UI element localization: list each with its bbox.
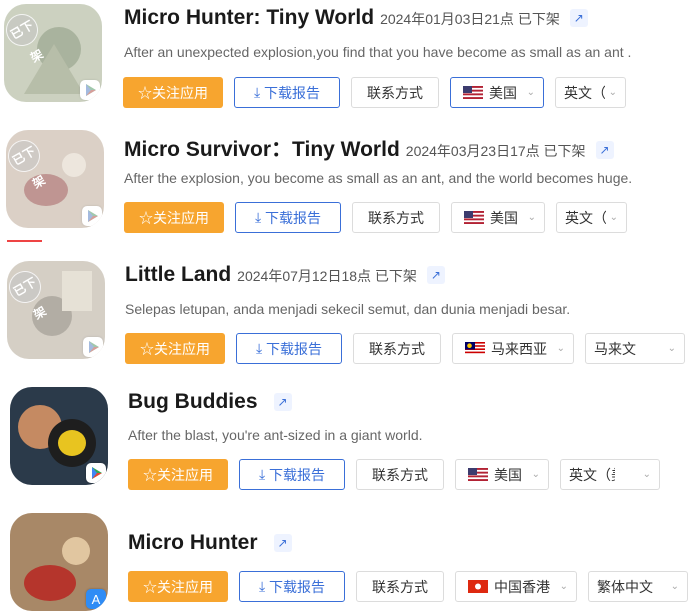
region-select[interactable]: 马来西亚 ⌄ [452,333,574,364]
app-description: After the blast, you're ant-sized in a g… [128,427,423,443]
region-label: 中国香港 [494,578,550,595]
chevron-down-icon: ⌄ [559,581,568,592]
download-report-button[interactable]: ⤓ 下载报告 [239,571,345,602]
language-select[interactable]: 英文（美国） ⌄ [556,202,627,233]
download-label: 下载报告 [264,84,321,101]
region-label: 美国 [490,209,518,226]
download-report-button[interactable]: ⤓ 下载报告 [239,459,345,490]
language-select[interactable]: 英文（美国） ⌄ [560,459,660,490]
language-select[interactable]: 马来文 ⌄ [585,333,685,364]
app-description: After the explosion, you become as small… [124,170,633,186]
external-link-icon[interactable]: ↗ [426,266,445,284]
external-link-icon[interactable]: ↗ [273,534,292,552]
download-report-button[interactable]: ⤓ 下载报告 [236,333,342,364]
download-label: 下载报告 [269,578,326,595]
chevron-down-icon: ⌄ [526,87,535,98]
region-label: 美国 [494,466,522,483]
download-icon: ⤓ [254,209,266,225]
contact-button[interactable]: 联系方式 [352,202,440,233]
app-store-icon: A [86,589,106,609]
google-play-icon [83,337,103,357]
app-title[interactable]: Micro Survivor：Tiny World [124,133,400,163]
app-description: After an unexpected explosion,you find t… [124,44,632,60]
download-report-button[interactable]: ⤓ 下载报告 [235,202,341,233]
language-select[interactable]: 英文（美国） ⌄ [555,77,626,108]
download-label: 下载报告 [266,340,323,357]
google-play-icon [80,80,100,100]
svg-text:A: A [92,592,101,607]
contact-button[interactable]: 联系方式 [356,571,444,602]
app-title[interactable]: Micro Hunter: Tiny World [124,6,374,30]
chevron-down-icon: ⌄ [527,212,536,223]
region-label: 马来西亚 [491,340,547,357]
app-meta: 2024年01月03日21点 已下架 [380,11,560,27]
chevron-down-icon: ⌄ [670,581,679,592]
app-icon[interactable]: A [10,513,108,611]
external-link-icon[interactable]: ↗ [595,141,614,159]
region-select[interactable]: 美国 ⌄ [451,202,545,233]
download-label: 下载报告 [269,466,326,483]
region-select[interactable]: 中国香港 ⌄ [455,571,577,602]
download-label: 下载报告 [265,209,322,226]
region-label: 美国 [489,84,517,101]
app-description: Selepas letupan, anda menjadi sekecil se… [125,301,571,317]
contact-button[interactable]: 联系方式 [351,77,439,108]
app-title[interactable]: Little Land [125,263,231,287]
us-flag-icon [468,468,488,481]
chevron-down-icon: ⌄ [642,469,651,480]
chevron-down-icon: ⌄ [556,343,565,354]
download-icon: ⤓ [258,466,270,482]
app-meta: 2024年03月23日17点 已下架 [405,143,586,159]
download-report-button[interactable]: ⤓ 下载报告 [234,77,340,108]
region-select[interactable]: 美国 ⌄ [455,459,549,490]
download-icon: ⤓ [258,578,270,594]
follow-app-button[interactable]: ☆关注应用 [124,202,224,233]
external-link-icon[interactable]: ↗ [569,9,588,27]
contact-button[interactable]: 联系方式 [356,459,444,490]
language-label: 繁体中文 [597,578,653,595]
app-meta: 2024年07月12日18点 已下架 [237,268,417,284]
download-icon: ⤓ [255,340,267,356]
follow-app-button[interactable]: ☆关注应用 [125,333,225,364]
chevron-down-icon: ⌄ [609,212,618,223]
hong-kong-flag-icon [468,580,488,593]
app-icon[interactable]: 已下架 [7,261,105,359]
malaysia-flag-icon [465,342,485,355]
language-label: 英文（美国） [564,84,605,101]
contact-button[interactable]: 联系方式 [353,333,441,364]
external-link-icon[interactable]: ↗ [273,393,292,411]
us-flag-icon [464,211,484,224]
language-select[interactable]: 繁体中文 ⌄ [588,571,688,602]
chevron-down-icon: ⌄ [531,469,540,480]
app-icon[interactable]: 已下架 [6,130,104,228]
app-icon[interactable] [10,387,108,485]
region-select[interactable]: 美国 ⌄ [450,77,544,108]
download-icon: ⤓ [253,84,265,100]
google-play-icon [86,463,106,483]
app-icon[interactable]: 已下架 [4,4,102,102]
follow-app-button[interactable]: ☆关注应用 [128,459,228,490]
language-label: 英文（美国） [565,209,606,226]
google-play-icon [82,206,102,226]
follow-app-button[interactable]: ☆关注应用 [123,77,223,108]
divider-accent [7,240,42,242]
us-flag-icon [463,86,483,99]
language-label: 英文（美国） [569,466,615,483]
app-title[interactable]: Bug Buddies [128,390,258,414]
chevron-down-icon: ⌄ [608,87,617,98]
chevron-down-icon: ⌄ [667,343,676,354]
app-title[interactable]: Micro Hunter [128,531,258,555]
language-label: 马来文 [594,340,636,357]
follow-app-button[interactable]: ☆关注应用 [128,571,228,602]
